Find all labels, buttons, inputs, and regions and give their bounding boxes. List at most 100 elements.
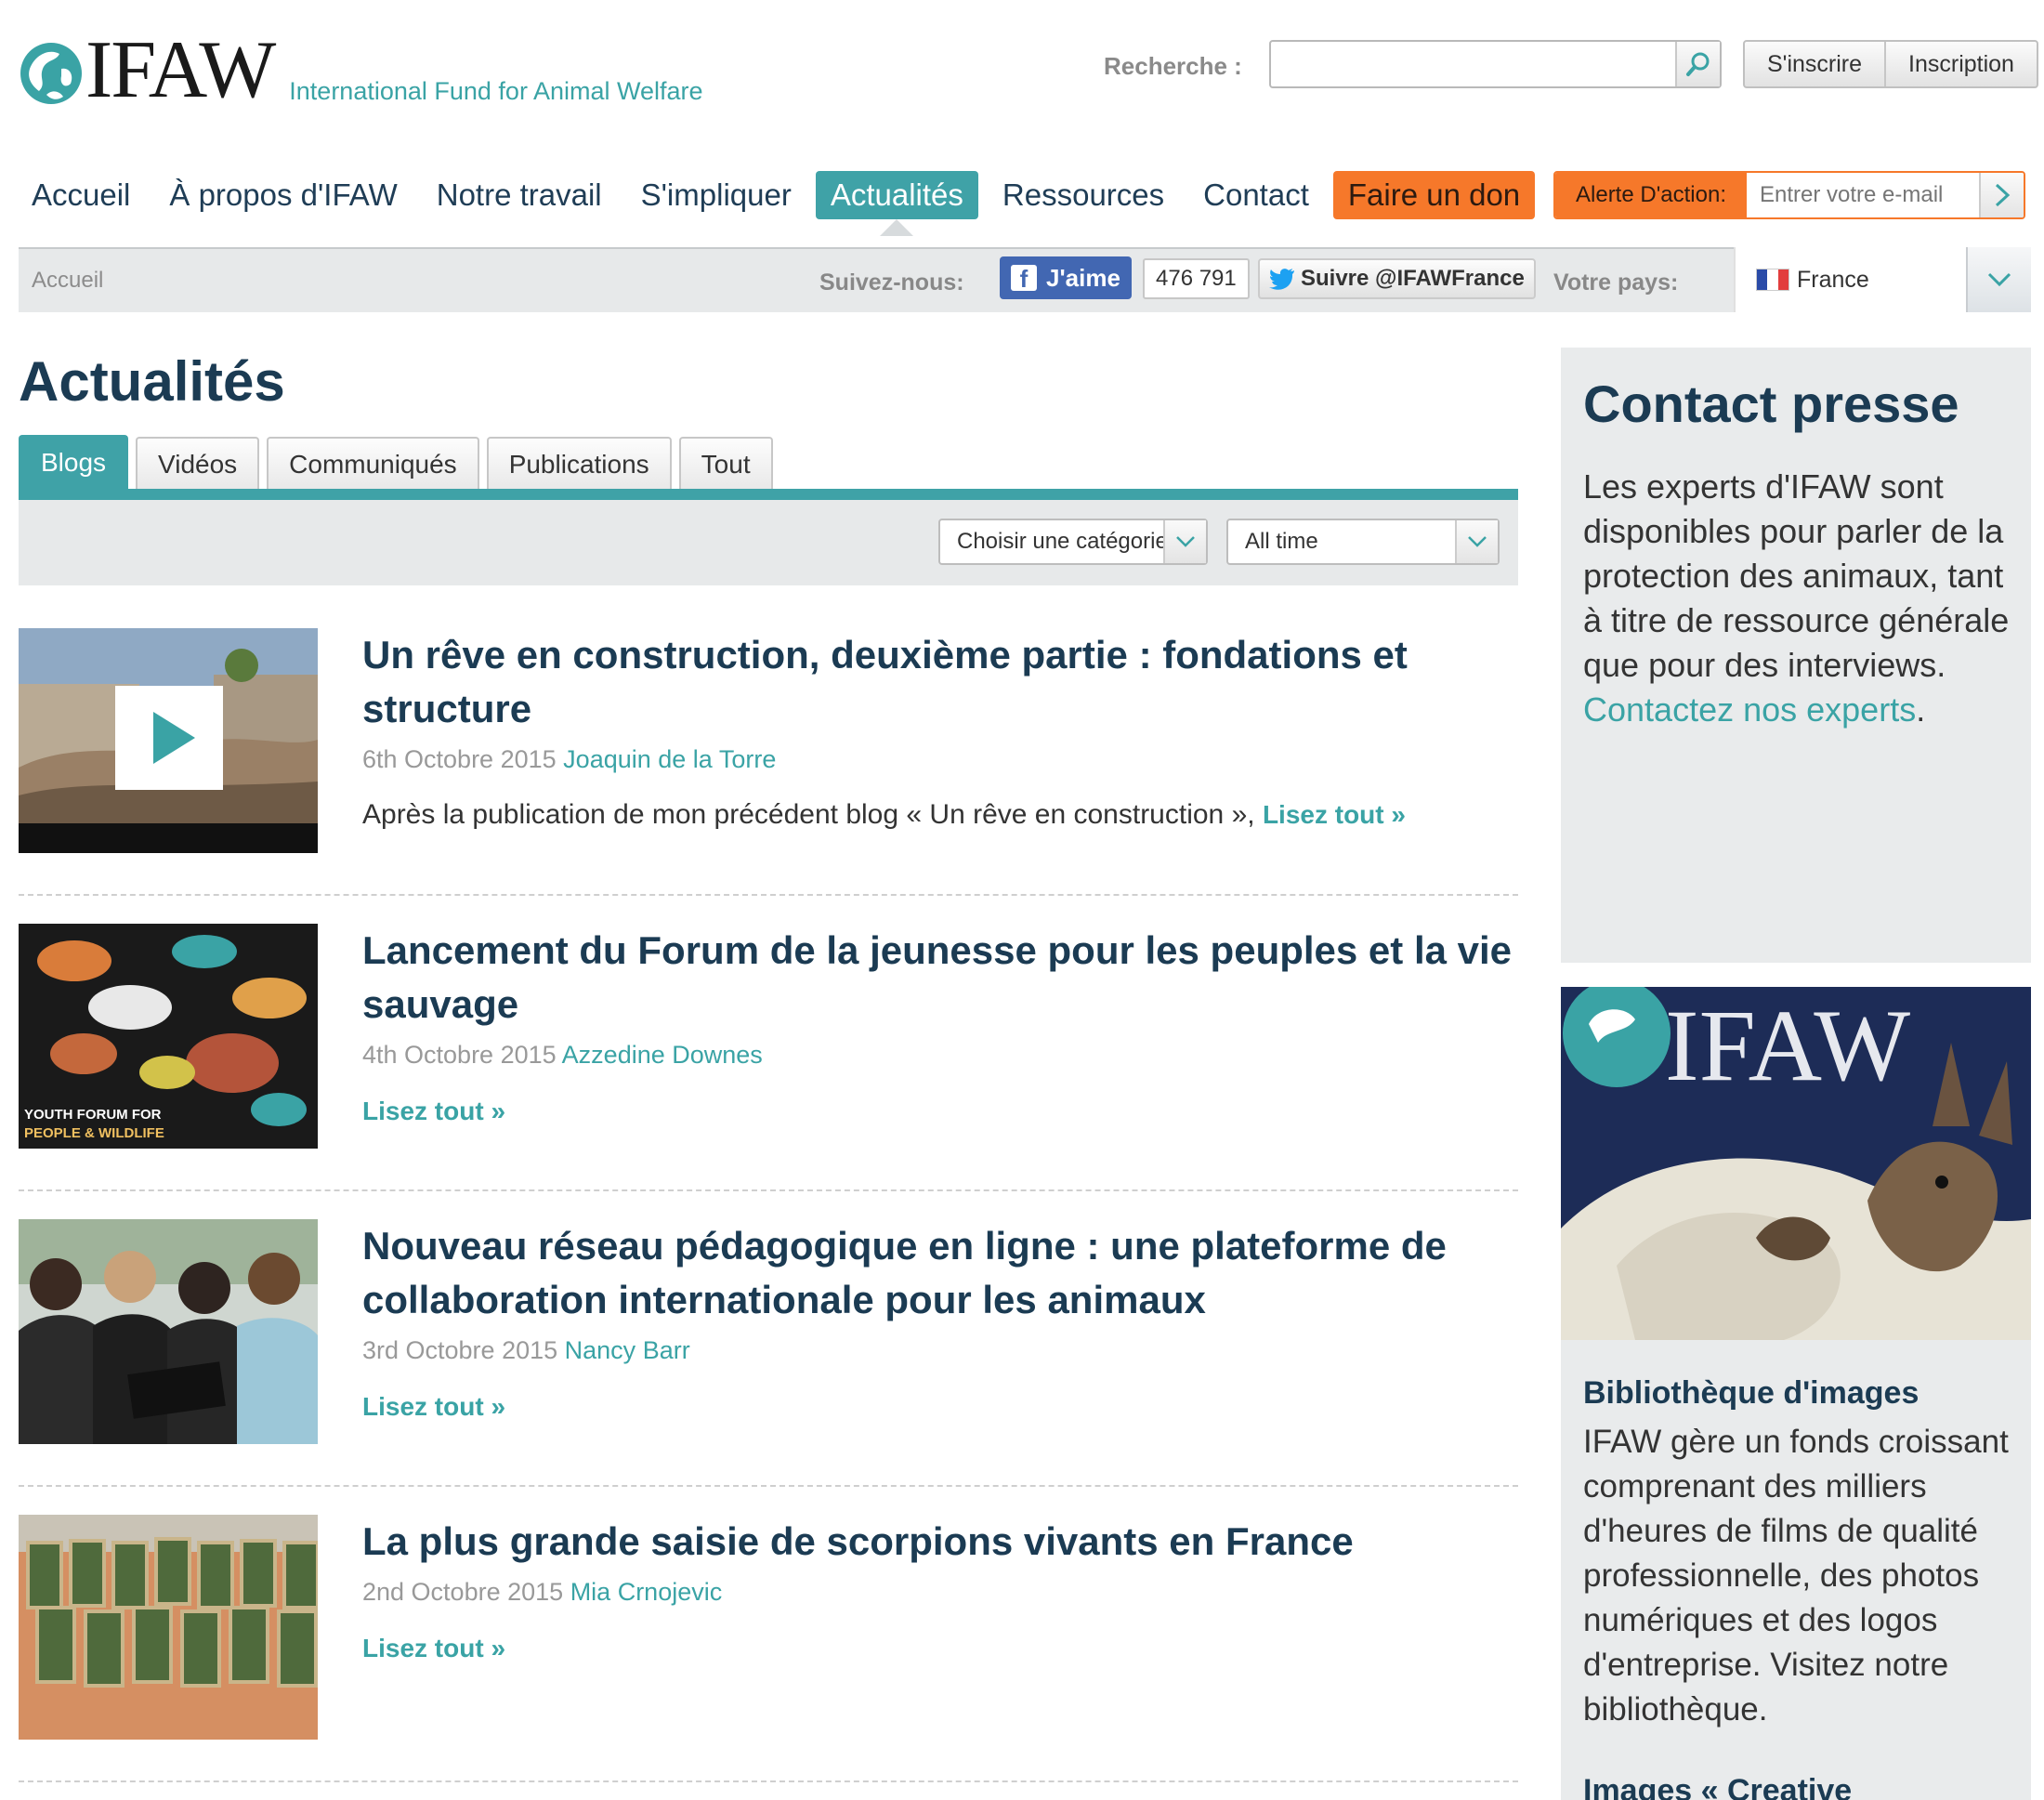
auth-buttons: S'inscrire Inscription: [1743, 40, 2038, 88]
chevron-right-icon: [1995, 183, 2011, 207]
nav-item-notre-travail[interactable]: Notre travail: [422, 171, 617, 219]
article-divider: [19, 1780, 1518, 1782]
facebook-like-label: J'aime: [1046, 263, 1120, 292]
news-tabs: Blogs Vidéos Communiqués Publications To…: [19, 435, 780, 491]
article-excerpt: Après la publication de mon précédent bl…: [362, 799, 1406, 831]
time-select-value: All time: [1245, 529, 1318, 554]
article-title[interactable]: Nouveau réseau pédagogique en ligne : un…: [362, 1219, 1514, 1327]
article-date: 3rd Octobre 2015: [362, 1336, 558, 1364]
list-item: Nouveau réseau pédagogique en ligne : un…: [19, 1219, 1518, 1498]
breadcrumb[interactable]: Accueil: [32, 268, 103, 294]
image-library-text: IFAW gère un fonds croissant comprenant …: [1583, 1424, 2009, 1728]
article-thumbnail[interactable]: YOUTH FORUM FOR PEOPLE & WILDLIFE: [19, 924, 318, 1149]
tab-communiques[interactable]: Communiqués: [267, 437, 479, 491]
children-tablet-image: [19, 1219, 318, 1444]
france-flag-icon: [1756, 269, 1789, 291]
contact-experts-link[interactable]: Contactez nos experts: [1583, 690, 1916, 729]
article-video-thumbnail[interactable]: [19, 628, 318, 853]
article-divider: [19, 894, 1518, 896]
facebook-icon: f: [1011, 265, 1037, 291]
youth-forum-image-caption-2: PEOPLE & WILDLIFE: [24, 1125, 164, 1141]
youth-forum-image: YOUTH FORUM FOR PEOPLE & WILDLIFE: [19, 924, 318, 1149]
category-select[interactable]: Choisir une catégorie: [938, 519, 1208, 565]
site-logo[interactable]: IFAW International Fund for Animal Welfa…: [19, 25, 703, 115]
search-icon: [1686, 52, 1710, 76]
image-library-title[interactable]: Bibliothèque d'images: [1583, 1375, 1919, 1412]
tab-videos[interactable]: Vidéos: [136, 437, 260, 491]
image-library-photo[interactable]: IFAW: [1561, 987, 2031, 1340]
country-label: Votre pays:: [1553, 269, 1679, 296]
main-nav: Accueil À propos d'IFAW Notre travail S'…: [17, 171, 1544, 236]
list-item: La plus grande saisie de scorpions vivan…: [19, 1515, 1518, 1793]
read-more-link[interactable]: Lisez tout »: [362, 1392, 505, 1422]
read-more-link[interactable]: Lisez tout »: [1263, 800, 1406, 829]
twitter-bird-icon: [1269, 269, 1294, 290]
search-label: Recherche :: [1104, 52, 1242, 80]
nav-item-s-impliquer[interactable]: S'impliquer: [626, 171, 806, 219]
article-date: 6th Octobre 2015: [362, 745, 557, 773]
kangaroo-image-shirt-text: IFAW: [1665, 989, 1910, 1102]
kangaroo-joey-image: IFAW: [1561, 987, 2031, 1340]
nav-item-accueil[interactable]: Accueil: [17, 171, 145, 219]
article-title[interactable]: Un rêve en construction, deuxième partie…: [362, 628, 1514, 736]
tab-blogs[interactable]: Blogs: [19, 435, 129, 491]
category-select-value: Choisir une catégorie: [957, 529, 1163, 554]
youth-forum-image-caption-1: YOUTH FORUM FOR: [24, 1107, 162, 1123]
action-alert-submit-button[interactable]: [1979, 173, 2024, 217]
article-thumbnail[interactable]: [19, 1515, 318, 1740]
facebook-like-count: 476 791: [1143, 258, 1250, 299]
article-meta: 3rd Octobre 2015 Nancy Barr: [362, 1336, 690, 1365]
nav-item-a-propos[interactable]: À propos d'IFAW: [154, 171, 412, 219]
read-more-link[interactable]: Lisez tout »: [362, 1097, 505, 1126]
list-item: Un rêve en construction, deuxième partie…: [19, 628, 1518, 907]
press-contact-title: Contact presse: [1583, 374, 1959, 433]
scorpion-jars-image: [19, 1515, 318, 1740]
nav-item-actualites[interactable]: Actualités: [815, 171, 978, 236]
register-button[interactable]: Inscription: [1884, 42, 2037, 86]
chevron-down-icon: [1966, 247, 2031, 312]
tab-publications[interactable]: Publications: [486, 437, 672, 491]
page-title: Actualités: [19, 350, 285, 413]
article-divider: [19, 1485, 1518, 1487]
creative-commons-title[interactable]: Images « Creative: [1583, 1773, 1852, 1800]
article-title[interactable]: Lancement du Forum de la jeunesse pour l…: [362, 924, 1514, 1031]
search-box: [1269, 40, 1722, 88]
article-author[interactable]: Nancy Barr: [565, 1336, 690, 1364]
action-alert-label: Alerte D'action:: [1555, 173, 1747, 217]
logo-tagline: International Fund for Animal Welfare: [289, 77, 703, 105]
press-contact-body: Les experts d'IFAW sont disponibles pour…: [1583, 467, 2010, 684]
article-author[interactable]: Azzedine Downes: [562, 1041, 763, 1069]
tab-underline: [19, 489, 1518, 500]
press-contact-text: Les experts d'IFAW sont disponibles pour…: [1583, 465, 2011, 732]
follow-label: Suivez-nous:: [819, 269, 964, 296]
donate-button[interactable]: Faire un don: [1332, 171, 1536, 219]
tab-tout[interactable]: Tout: [678, 437, 773, 491]
twitter-follow-label: Suivre @IFAWFrance: [1301, 266, 1525, 291]
article-meta: 4th Octobre 2015 Azzedine Downes: [362, 1041, 763, 1070]
logo-wordmark: IFAW: [85, 25, 276, 115]
article-title[interactable]: La plus grande saisie de scorpions vivan…: [362, 1515, 1514, 1569]
article-thumbnail[interactable]: [19, 1219, 318, 1444]
read-more-link[interactable]: Lisez tout »: [362, 1634, 505, 1663]
list-item: YOUTH FORUM FOR PEOPLE & WILDLIFE Lancem…: [19, 924, 1518, 1202]
facebook-like-button[interactable]: f J'aime: [1000, 256, 1132, 299]
article-excerpt-text: Après la publication de mon précédent bl…: [362, 799, 1255, 830]
country-value: France: [1797, 266, 1869, 293]
search-input[interactable]: [1271, 42, 1675, 86]
press-contact-end: .: [1916, 690, 1926, 729]
article-author[interactable]: Mia Crnojevic: [570, 1578, 723, 1606]
article-meta: 6th Octobre 2015 Joaquin de la Torre: [362, 745, 776, 774]
search-button[interactable]: [1675, 42, 1720, 86]
nav-item-contact[interactable]: Contact: [1188, 171, 1324, 219]
chevron-down-icon: [1163, 520, 1206, 563]
country-select[interactable]: France: [1734, 247, 2031, 312]
time-select[interactable]: All time: [1226, 519, 1500, 565]
chevron-down-icon: [1455, 520, 1498, 563]
signin-button[interactable]: S'inscrire: [1745, 42, 1884, 86]
article-author[interactable]: Joaquin de la Torre: [563, 745, 776, 773]
action-alert-signup: Alerte D'action:: [1553, 171, 2025, 219]
action-alert-email-input[interactable]: [1747, 173, 1979, 217]
article-divider: [19, 1189, 1518, 1191]
twitter-follow-button[interactable]: Suivre @IFAWFrance: [1258, 258, 1536, 299]
nav-item-ressources[interactable]: Ressources: [988, 171, 1179, 219]
